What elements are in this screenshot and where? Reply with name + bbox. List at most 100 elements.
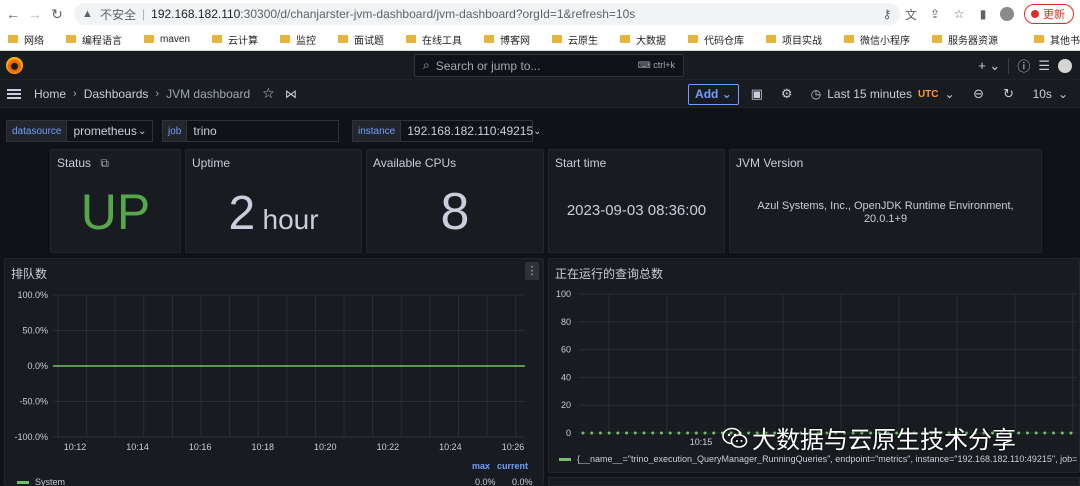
variable-label: instance (352, 120, 402, 142)
uptime-panel[interactable]: Uptime 2 hour (185, 149, 362, 253)
dashboard-actions: Add ⌄ ▣ ⚙ ◷ Last 15 minutes UTC ⌄ ⊖ ↻ 10… (688, 83, 1074, 105)
breadcrumb-dashboards[interactable]: Dashboards (84, 87, 149, 101)
sidebar-icon[interactable]: ▮ (972, 3, 994, 25)
x-tick-label: 10:22 (377, 442, 400, 452)
bookmark-item[interactable]: 服务器资源 (932, 32, 998, 47)
y-tick-label: 0 (566, 428, 571, 438)
warning-icon: ▲ (82, 8, 93, 20)
update-label: 更新 (1043, 9, 1065, 21)
y-tick-label: 60 (561, 345, 571, 355)
gear-icon[interactable]: ⚙ (775, 83, 799, 105)
grafana-logo-icon[interactable] (6, 57, 23, 74)
save-icon[interactable]: ▣ (745, 83, 769, 105)
address-bar[interactable]: ▲ 不安全 | 192.168.182.110:30300/d/chanjars… (74, 3, 900, 25)
stat-unit: hour (262, 204, 319, 235)
bookmark-item[interactable]: 网络 (8, 32, 44, 47)
bookmark-label: 监控 (296, 35, 317, 47)
cpus-panel[interactable]: Available CPUs 8 (366, 149, 544, 253)
watermark: 大数据与云原生技术分享 (722, 420, 1016, 455)
bookmark-item[interactable]: 博客网 (484, 32, 530, 47)
bookmark-item[interactable]: 监控 (280, 32, 316, 47)
instance-select[interactable]: 192.168.182.110:49215 ⌄ (401, 120, 542, 142)
bookmark-label: 大数据 (636, 35, 667, 47)
bookmark-item[interactable]: 微信小程序 (844, 32, 910, 47)
external-link-icon[interactable]: ⧉ (100, 156, 109, 170)
series-point (1060, 431, 1064, 435)
profile-avatar[interactable] (996, 3, 1018, 25)
refresh-icon[interactable]: ↻ (997, 83, 1021, 105)
translate-icon[interactable]: 文 (900, 3, 922, 25)
chevron-down-icon: ⌄ (944, 87, 955, 101)
start-time-panel[interactable]: Start time 2023-09-03 08:36:00 (548, 149, 725, 253)
bookmark-item[interactable]: 在线工具 (406, 32, 462, 47)
y-tick-label: 100.0% (17, 290, 48, 300)
search-input[interactable]: ⌕ Search or jump to... ⌨ ctrl+k (414, 54, 684, 77)
back-icon[interactable]: ← (2, 3, 24, 25)
folder-icon (406, 35, 417, 43)
star-icon[interactable]: ☆ (948, 3, 970, 25)
variable-value: trino (193, 124, 217, 138)
breadcrumb-current: JVM dashboard (166, 86, 251, 101)
bookmark-item[interactable]: 大数据 (620, 32, 666, 47)
bookmark-label: 云计算 (228, 35, 259, 47)
status-panel[interactable]: Status ⧉ UP (50, 149, 181, 253)
rss-icon[interactable]: ☰ (1038, 58, 1050, 74)
bookmark-item[interactable]: 云原生 (552, 32, 598, 47)
bookmark-item[interactable]: 代码仓库 (688, 32, 744, 47)
menu-icon[interactable] (7, 88, 21, 99)
legend-item[interactable]: {__name__="trino_execution_QueryManager_… (559, 454, 1079, 464)
breadcrumb-home[interactable]: Home (34, 87, 66, 101)
legend-series-name: System (35, 477, 66, 486)
series-point (703, 431, 707, 435)
update-dot-icon (1031, 10, 1039, 18)
bookmark-label: 网络 (24, 35, 44, 47)
y-tick-label: 80 (561, 317, 571, 327)
y-tick-label: 20 (561, 400, 571, 410)
folder-icon (620, 35, 631, 43)
legend-series-name: {__name__="trino_execution_QueryManager_… (577, 454, 1078, 464)
bookmark-item[interactable]: 项目实战 (766, 32, 822, 47)
series-point (1069, 431, 1073, 435)
refresh-interval: 10s (1032, 87, 1052, 101)
panel-title: Available CPUs (373, 156, 457, 170)
legend-header-max: max (472, 461, 491, 471)
add-button[interactable]: Add ⌄ (688, 83, 739, 105)
bookmark-item[interactable]: 编程语言 (66, 32, 122, 47)
share-icon[interactable]: ⋈ (285, 87, 297, 101)
reload-icon[interactable]: ↻ (46, 3, 68, 25)
y-tick-label: 40 (561, 372, 571, 382)
refresh-interval-picker[interactable]: 10s ⌄ (1027, 87, 1074, 101)
legend-item[interactable]: System (17, 477, 65, 486)
bookmark-item[interactable]: 面试题 (338, 32, 384, 47)
series-point (616, 431, 620, 435)
time-range-picker[interactable]: ◷ Last 15 minutes UTC ⌄ (805, 87, 961, 101)
divider (1008, 57, 1010, 74)
bookmark-item[interactable]: 云计算 (212, 32, 258, 47)
user-avatar[interactable] (1058, 58, 1072, 73)
bookmark-label: 服务器资源 (948, 35, 999, 47)
y-tick-label: -50.0% (19, 397, 48, 407)
y-tick-label: -100.0% (14, 432, 48, 442)
bookmark-item[interactable]: maven (144, 34, 190, 45)
series-point (1052, 431, 1056, 435)
stat-value: 8 (440, 183, 470, 241)
other-bookmarks[interactable]: 其他书 (1026, 29, 1080, 49)
legend-max-value: 0.0% (475, 477, 496, 486)
folder-icon (338, 35, 349, 43)
help-icon[interactable]: ⓘ (1017, 56, 1030, 75)
star-icon[interactable]: ☆ (262, 85, 275, 102)
variable-job: job trino (162, 120, 340, 142)
folder-icon (144, 35, 154, 43)
jvm-version-panel[interactable]: JVM Version Azul Systems, Inc., OpenJDK … (729, 149, 1042, 253)
key-icon[interactable]: ⚷ (876, 3, 898, 25)
datasource-select[interactable]: prometheus ⌄ (67, 120, 154, 142)
queue-count-panel[interactable]: 排队数 ⋮ 100.0% 50.0% 0.0% -50.0% -100.0% 10:12 1… (4, 258, 544, 486)
wechat-icon (722, 427, 748, 448)
plus-icon[interactable]: + ⌄ (978, 58, 1000, 74)
timezone-label: UTC (917, 88, 939, 100)
zoom-out-icon[interactable]: ⊖ (967, 83, 991, 105)
forward-icon[interactable]: → (24, 3, 46, 25)
update-button[interactable]: 更新 (1024, 4, 1074, 24)
share-icon[interactable]: ⇪ (924, 3, 946, 25)
job-input[interactable]: trino (187, 120, 340, 142)
